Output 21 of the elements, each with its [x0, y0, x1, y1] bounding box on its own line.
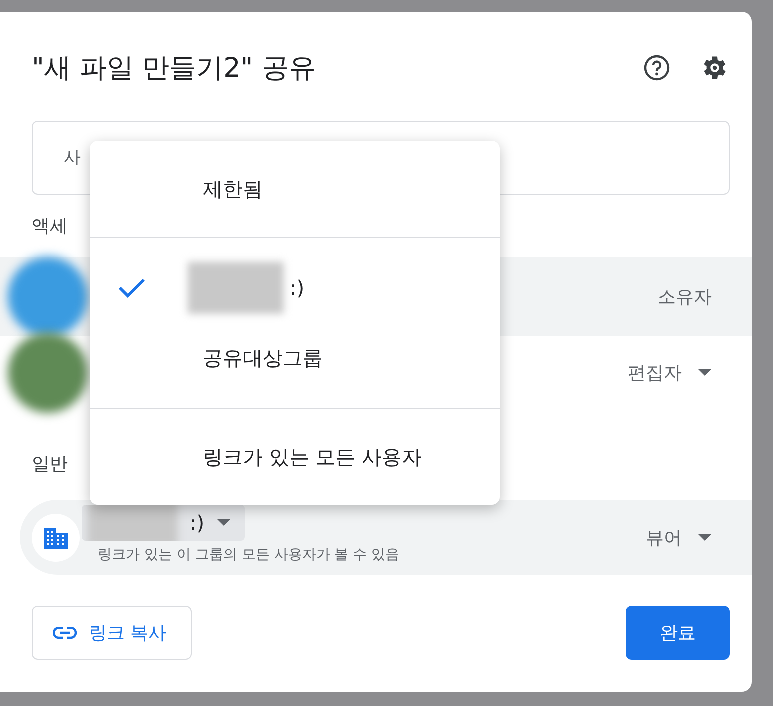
role-label: 소유자 — [658, 286, 712, 308]
building-icon — [43, 526, 69, 550]
caret-icon — [698, 369, 712, 377]
check-icon — [118, 277, 146, 299]
help-icon[interactable] — [642, 53, 672, 83]
caret-icon — [698, 534, 712, 542]
copy-link-button[interactable]: 링크 복사 — [32, 606, 192, 660]
menu-item[interactable]: 링크가 있는 모든 사용자 — [90, 409, 500, 505]
role-dropdown[interactable]: 뷰어 — [646, 526, 712, 550]
section-heading: 액세 — [32, 215, 68, 239]
menu-item[interactable]: 제한됨 — [90, 141, 500, 237]
access-dropdown[interactable]: :) — [82, 505, 245, 541]
menu-item[interactable]: :) — [90, 253, 500, 323]
caret-icon — [216, 519, 231, 527]
menu-item[interactable]: 공유대상그룹 — [90, 323, 500, 393]
done-button[interactable]: 완료 — [626, 606, 730, 660]
link-icon — [53, 627, 77, 639]
access-description: 링크가 있는 이 그룹의 모든 사용자가 볼 수 있음 — [98, 546, 400, 564]
role-dropdown[interactable]: 편집자 — [628, 361, 712, 385]
dialog-title: "새 파일 만들기2" 공유 — [32, 52, 317, 86]
section-heading: 일반 — [32, 453, 68, 477]
